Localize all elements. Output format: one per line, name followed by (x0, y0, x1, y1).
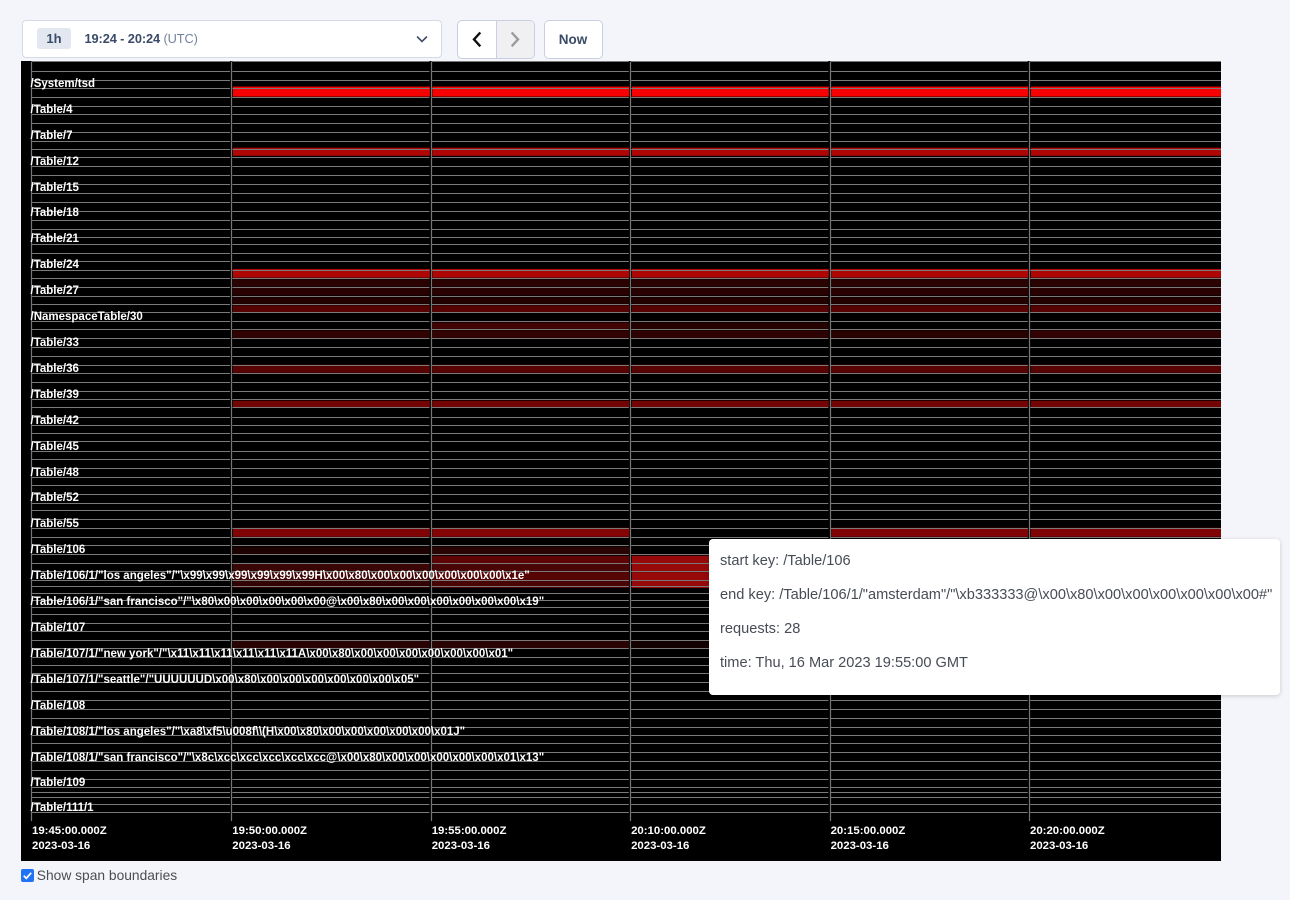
svg-text:/Table/107: /Table/107 (31, 622, 86, 634)
svg-text:/Table/108: /Table/108 (31, 700, 86, 712)
svg-text:2023-03-16: 2023-03-16 (831, 840, 889, 852)
svg-text:/Table/7: /Table/7 (31, 130, 73, 142)
svg-text:/Table/24: /Table/24 (31, 259, 80, 271)
svg-text:20:20:00.000Z: 20:20:00.000Z (1030, 825, 1105, 837)
svg-text:/NamespaceTable/30: /NamespaceTable/30 (31, 311, 143, 323)
svg-text:/Table/55: /Table/55 (31, 518, 80, 530)
svg-text:/Table/36: /Table/36 (31, 363, 79, 375)
svg-text:/Table/18: /Table/18 (31, 207, 80, 219)
svg-text:2023-03-16: 2023-03-16 (1030, 840, 1088, 852)
svg-text:/Table/108/1/"san francisco"/": /Table/108/1/"san francisco"/"\x8c\xcc\x… (31, 752, 545, 764)
svg-text:/Table/15: /Table/15 (31, 182, 80, 194)
svg-text:19:55:00.000Z: 19:55:00.000Z (432, 825, 507, 837)
svg-text:20:15:00.000Z: 20:15:00.000Z (831, 825, 906, 837)
svg-text:/Table/106/1/"los angeles"/"\x: /Table/106/1/"los angeles"/"\x99\x99\x99… (31, 570, 530, 582)
svg-text:/Table/4: /Table/4 (31, 104, 74, 116)
svg-text:/Table/21: /Table/21 (31, 233, 80, 245)
svg-text:/Table/45: /Table/45 (31, 441, 80, 453)
svg-text:/Table/111/1: /Table/111/1 (31, 802, 95, 814)
svg-text:/Table/106/1/"san francisco"/": /Table/106/1/"san francisco"/"\x80\x00\x… (31, 596, 545, 608)
svg-text:/Table/48: /Table/48 (31, 467, 80, 479)
svg-text:/Table/107/1/"new york"/"\x11\: /Table/107/1/"new york"/"\x11\x11\x11\x1… (31, 648, 514, 660)
svg-text:/Table/42: /Table/42 (31, 415, 79, 427)
svg-text:/Table/106: /Table/106 (31, 544, 86, 556)
svg-text:/Table/12: /Table/12 (31, 156, 79, 168)
svg-text:2023-03-16: 2023-03-16 (232, 840, 290, 852)
svg-text:/Table/107/1/"seattle"/"UUUUUU: /Table/107/1/"seattle"/"UUUUUUD\x00\x80\… (31, 674, 420, 686)
svg-text:/Table/39: /Table/39 (31, 389, 79, 401)
svg-text:/System/tsd: /System/tsd (31, 78, 96, 90)
svg-text:/Table/109: /Table/109 (31, 777, 86, 789)
svg-text:2023-03-16: 2023-03-16 (631, 840, 689, 852)
svg-text:/Table/108/1/"los angeles"/"\x: /Table/108/1/"los angeles"/"\xa8\xf5\u00… (31, 726, 466, 738)
svg-text:/Table/33: /Table/33 (31, 337, 79, 349)
svg-text:2023-03-16: 2023-03-16 (432, 840, 490, 852)
svg-text:/Table/27: /Table/27 (31, 285, 79, 297)
svg-text:/Table/52: /Table/52 (31, 492, 79, 504)
svg-text:2023-03-16: 2023-03-16 (32, 840, 90, 852)
svg-text:19:45:00.000Z: 19:45:00.000Z (32, 825, 107, 837)
svg-text:20:10:00.000Z: 20:10:00.000Z (631, 825, 706, 837)
svg-text:19:50:00.000Z: 19:50:00.000Z (232, 825, 307, 837)
